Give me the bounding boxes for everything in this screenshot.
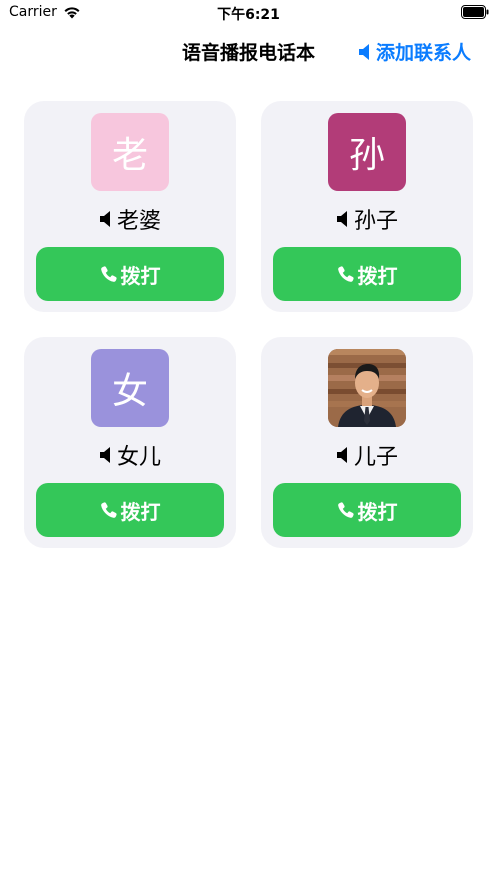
add-contact-button[interactable]: 添加联系人 [358, 38, 471, 65]
speaker-icon [336, 211, 347, 227]
avatar-initial: 女 [111, 371, 148, 412]
avatar-photo[interactable] [328, 349, 406, 427]
avatar-initial: 老 [111, 135, 148, 176]
contact-name-row[interactable]: 孙子 [261, 203, 473, 235]
call-button-label: 拨打 [120, 499, 161, 524]
speaker-icon [99, 211, 110, 227]
contact-name-row[interactable]: 老婆 [24, 203, 236, 235]
status-bar: Carrier 下午6:21 [0, 0, 497, 26]
contact-card: 女 女儿 拨打 [24, 337, 236, 548]
contact-name: 孙子 [353, 209, 398, 234]
call-button[interactable]: 拨打 [36, 247, 224, 301]
phone-icon [337, 502, 354, 518]
contact-card: 孙 孙子 拨打 [261, 101, 473, 312]
contact-name-row[interactable]: 儿子 [261, 439, 473, 471]
speaker-icon [336, 447, 347, 463]
call-button-label: 拨打 [357, 263, 398, 288]
speaker-icon [99, 447, 110, 463]
speaker-icon [358, 43, 369, 60]
status-time: 下午6:21 [217, 7, 280, 23]
avatar[interactable]: 孙 [328, 113, 406, 191]
add-contact-label: 添加联系人 [375, 42, 471, 64]
phone-icon [337, 266, 354, 282]
phone-icon [100, 502, 117, 518]
call-button[interactable]: 拨打 [36, 483, 224, 537]
contact-name: 老婆 [116, 209, 161, 234]
call-button[interactable]: 拨打 [273, 247, 461, 301]
contacts-grid: 老 老婆 拨打 孙 孙子 拨打 女 女儿 拨打 儿子 拨打 [24, 101, 473, 548]
contact-card: 老 老婆 拨打 [24, 101, 236, 312]
contact-name: 女儿 [116, 445, 161, 470]
avatar[interactable]: 女 [91, 349, 169, 427]
call-button-label: 拨打 [357, 499, 398, 524]
battery-icon [461, 5, 489, 19]
contact-card: 儿子 拨打 [261, 337, 473, 548]
phone-icon [100, 266, 117, 282]
avatar-initial: 孙 [348, 135, 385, 176]
call-button[interactable]: 拨打 [273, 483, 461, 537]
person-photo-icon [328, 349, 406, 427]
call-button-label: 拨打 [120, 263, 161, 288]
avatar[interactable]: 老 [91, 113, 169, 191]
contact-name: 儿子 [353, 445, 398, 470]
contact-name-row[interactable]: 女儿 [24, 439, 236, 471]
